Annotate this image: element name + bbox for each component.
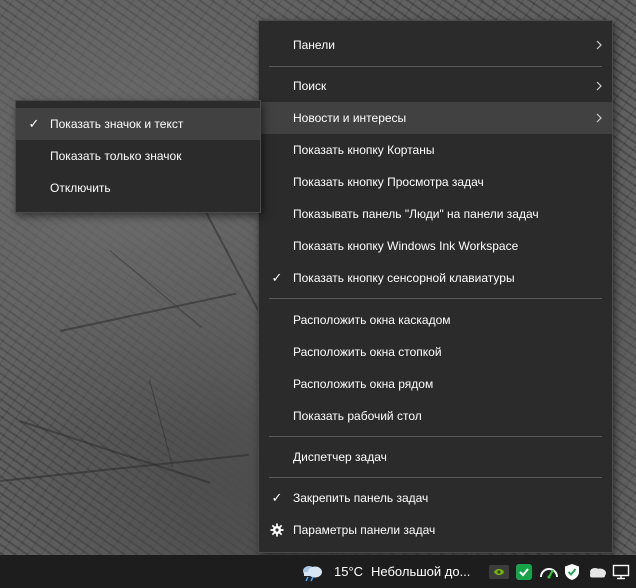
menu-item-show-windows-ink-button[interactable]: Показать кнопку Windows Ink Workspace bbox=[259, 230, 612, 262]
submenu-item-turn-off[interactable]: Отключить bbox=[16, 172, 260, 204]
menu-item-label: Поиск bbox=[293, 79, 327, 93]
menu-item-label: Расположить окна каскадом bbox=[293, 313, 451, 327]
menu-item-show-desktop[interactable]: Показать рабочий стол bbox=[259, 400, 612, 432]
menu-item-label: Закрепить панель задач bbox=[293, 491, 429, 505]
submenu-item-label: Показать значок и текст bbox=[50, 117, 184, 131]
menu-item-stack-windows[interactable]: Расположить окна стопкой bbox=[259, 336, 612, 368]
submenu-item-show-icon-and-text[interactable]: ✓ Показать значок и текст bbox=[16, 108, 260, 140]
chevron-right-icon bbox=[596, 40, 602, 50]
display-tray-button[interactable] bbox=[612, 555, 630, 588]
menu-item-show-task-view-button[interactable]: Показать кнопку Просмотра задач bbox=[259, 166, 612, 198]
menu-item-label: Показать кнопку Кортаны bbox=[293, 143, 435, 157]
menu-item-label: Показать кнопку сенсорной клавиатуры bbox=[293, 271, 515, 285]
menu-separator bbox=[269, 66, 602, 67]
menu-separator bbox=[269, 436, 602, 437]
menu-item-cascade-windows[interactable]: Расположить окна каскадом bbox=[259, 304, 612, 336]
security-check-icon bbox=[516, 563, 532, 580]
defender-tray-button[interactable] bbox=[564, 555, 580, 588]
taskbar: 15°C Небольшой до... bbox=[0, 555, 636, 588]
shield-icon bbox=[565, 563, 579, 580]
taskbar-context-menu: Панели Поиск Новости и интересы Показать… bbox=[258, 20, 613, 553]
menu-item-taskbar-settings[interactable]: Параметры панели задач bbox=[259, 514, 612, 546]
weather-temperature[interactable]: 15°C bbox=[334, 555, 363, 588]
nvidia-tray-button[interactable] bbox=[488, 555, 510, 588]
security-tray-button[interactable] bbox=[515, 555, 533, 588]
nvidia-icon bbox=[489, 564, 509, 579]
onedrive-icon bbox=[590, 567, 606, 577]
submenu-item-show-icon-only[interactable]: Показать только значок bbox=[16, 140, 260, 172]
news-and-interests-submenu: ✓ Показать значок и текст Показать тольк… bbox=[15, 100, 261, 213]
network-speed-tray-button[interactable] bbox=[539, 555, 559, 588]
checkmark-icon: ✓ bbox=[28, 116, 40, 131]
menu-item-lock-taskbar[interactable]: ✓ Закрепить панель задач bbox=[259, 482, 612, 514]
menu-item-label: Показать кнопку Windows Ink Workspace bbox=[293, 239, 519, 253]
menu-item-show-people[interactable]: Показывать панель "Люди" на панели задач bbox=[259, 198, 612, 230]
checkmark-icon: ✓ bbox=[271, 490, 283, 505]
menu-item-label: Расположить окна рядом bbox=[293, 377, 434, 391]
menu-item-label: Диспетчер задач bbox=[293, 450, 387, 464]
menu-item-label: Расположить окна стопкой bbox=[293, 345, 442, 359]
menu-separator bbox=[269, 298, 602, 299]
menu-item-search[interactable]: Поиск bbox=[259, 70, 612, 102]
network-speed-icon bbox=[540, 567, 558, 578]
menu-item-side-by-side-windows[interactable]: Расположить окна рядом bbox=[259, 368, 612, 400]
onedrive-tray-button[interactable] bbox=[587, 555, 607, 588]
checkmark-icon: ✓ bbox=[271, 270, 283, 285]
menu-item-news-and-interests[interactable]: Новости и интересы bbox=[259, 102, 612, 134]
menu-item-label: Новости и интересы bbox=[293, 111, 407, 125]
menu-item-label: Параметры панели задач bbox=[293, 523, 436, 537]
weather-widget-button[interactable] bbox=[300, 555, 326, 588]
menu-item-label: Показать кнопку Просмотра задач bbox=[293, 175, 484, 189]
menu-item-label: Показывать панель "Люди" на панели задач bbox=[293, 207, 539, 221]
chevron-right-icon bbox=[596, 81, 602, 91]
gear-icon bbox=[270, 523, 284, 537]
menu-item-label: Показать рабочий стол bbox=[293, 409, 422, 423]
menu-item-show-cortana-button[interactable]: Показать кнопку Кортаны bbox=[259, 134, 612, 166]
chevron-right-icon bbox=[596, 113, 602, 123]
monitor-icon bbox=[612, 564, 630, 579]
menu-item-label: Панели bbox=[293, 38, 335, 52]
menu-separator bbox=[269, 477, 602, 478]
submenu-item-label: Отключить bbox=[50, 181, 111, 195]
weather-cloud-icon bbox=[303, 565, 322, 581]
submenu-item-label: Показать только значок bbox=[50, 149, 182, 163]
weather-description[interactable]: Небольшой до... bbox=[371, 555, 476, 588]
menu-item-task-manager[interactable]: Диспетчер задач bbox=[259, 441, 612, 473]
menu-item-show-touch-keyboard-button[interactable]: ✓ Показать кнопку сенсорной клавиатуры bbox=[259, 262, 612, 294]
menu-item-panels[interactable]: Панели bbox=[259, 29, 612, 61]
